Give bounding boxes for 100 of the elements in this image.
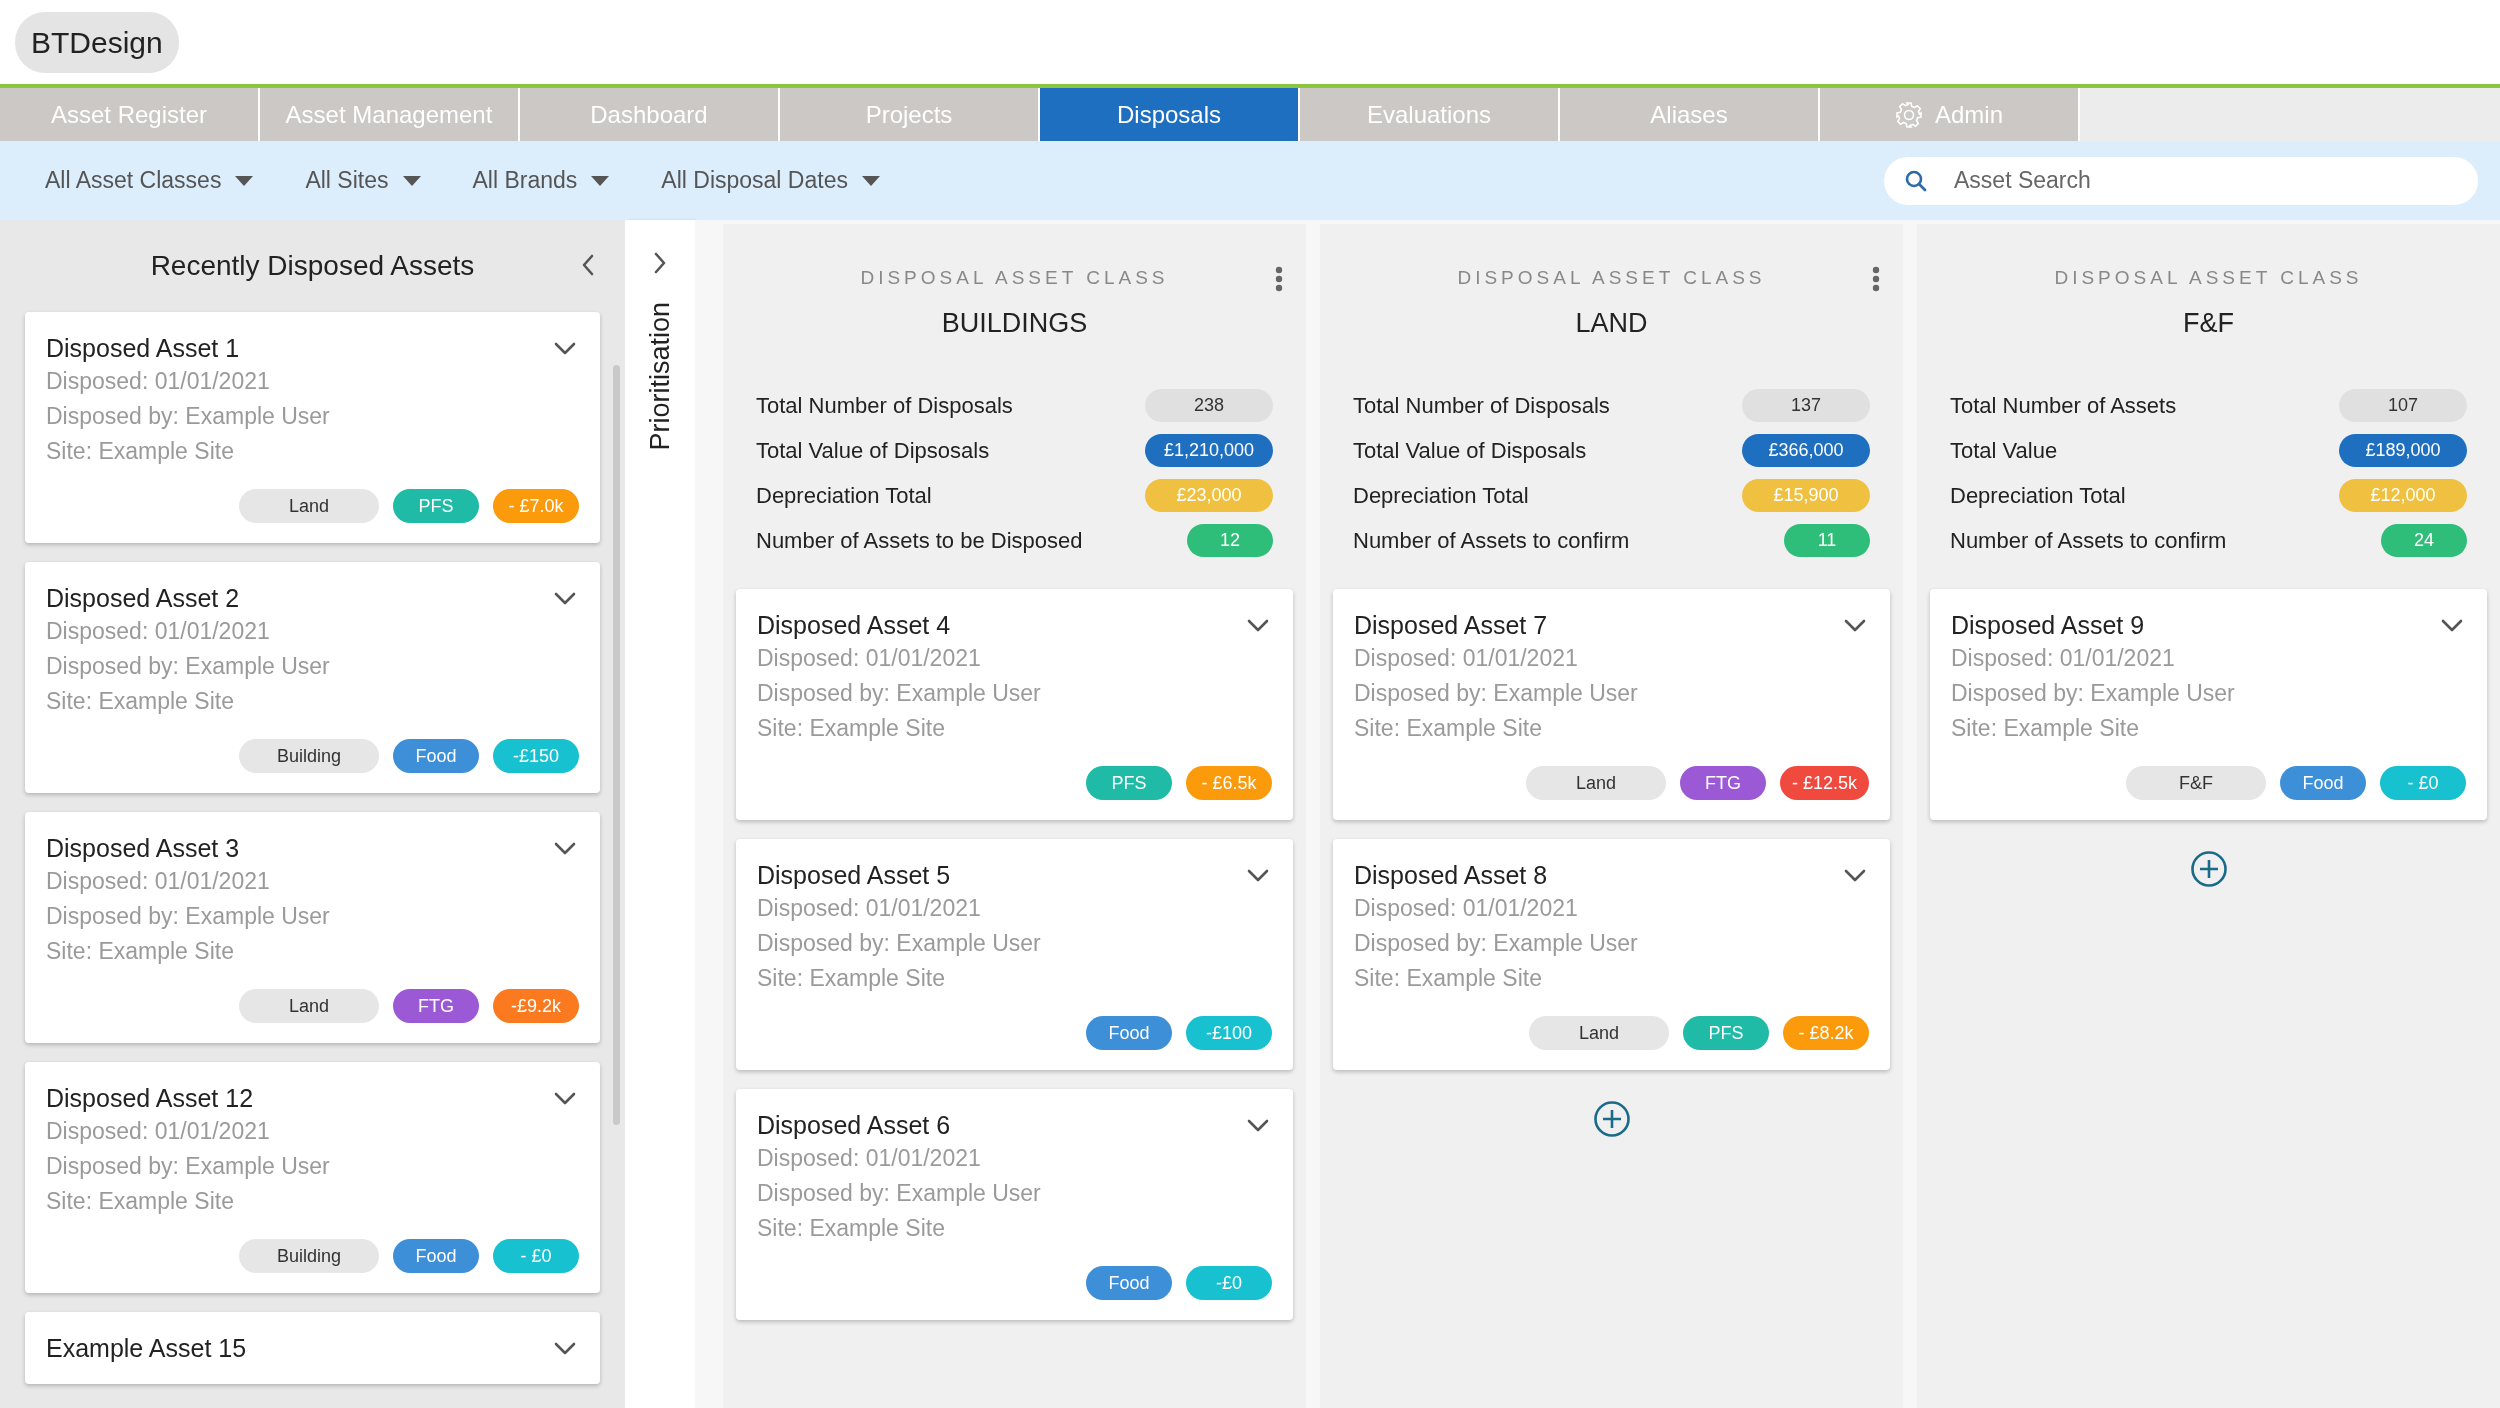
filter-dropdown[interactable]: All Asset Classes (45, 163, 254, 198)
stat-value: 238 (1145, 389, 1273, 422)
asset-detail: Site: Example Site (46, 937, 235, 966)
stat-label: Total Number of Disposals (756, 392, 1013, 420)
tag: -£150 (493, 739, 579, 773)
asset-detail: Disposed by: Example User (757, 1179, 1042, 1208)
plus-icon (2189, 850, 2228, 888)
stat-value: 137 (1742, 389, 1870, 422)
stat-label: Depreciation Total (756, 482, 932, 510)
chevron-down-icon[interactable] (1247, 619, 1269, 633)
chevron-down-icon[interactable] (1844, 869, 1866, 883)
asset-card[interactable]: Disposed Asset 4 Disposed: 01/01/2021 Disposed by: Example User Site: Example Site PFS - £6.5k (736, 589, 1293, 820)
stat-label: Total Value of Dipsosals (756, 437, 990, 465)
plus-icon (1592, 1100, 1631, 1138)
asset-card[interactable]: Disposed Asset 6 Disposed: 01/01/2021 Disposed by: Example User Site: Example Site Food -£0 (736, 1089, 1293, 1320)
tag: FTG (393, 989, 479, 1023)
asset-detail: Site: Example Site (1354, 714, 1543, 743)
asset-card[interactable]: Disposed Asset 3 Disposed: 01/01/2021 Disposed by: Example User Site: Example Site Land FTG -£9.2k (25, 812, 600, 1043)
search-field[interactable]: Asset Search (1884, 156, 2478, 205)
chevron-down-icon[interactable] (554, 1342, 576, 1356)
tag: - £7.0k (493, 489, 579, 523)
asset-title: Disposed Asset 2 (46, 583, 240, 614)
asset-detail: Disposed: 01/01/2021 (757, 894, 982, 923)
stat-label: Number of Assets to confirm (1950, 527, 2227, 555)
asset-detail: Site: Example Site (757, 964, 946, 993)
asset-detail: Disposed: 01/01/2021 (1354, 644, 1579, 673)
chevron-down-icon[interactable] (1844, 619, 1866, 633)
tag: Food (1086, 1266, 1172, 1300)
stat-value: £366,000 (1742, 434, 1870, 467)
asset-title: Disposed Asset 9 (1951, 610, 2145, 641)
asset-title: Example Asset 15 (46, 1333, 247, 1364)
stat-label: Total Value (1950, 437, 2058, 465)
asset-title: Disposed Asset 4 (757, 610, 951, 641)
stat-label: Total Number of Assets (1950, 392, 2177, 420)
tag: - £0 (2380, 766, 2466, 800)
tag: Building (239, 1239, 379, 1273)
tag: Food (393, 1239, 479, 1273)
add-button[interactable] (2189, 850, 2228, 888)
stat-label: Depreciation Total (1353, 482, 1529, 510)
asset-card[interactable]: Disposed Asset 2 Disposed: 01/01/2021 Disposed by: Example User Site: Example Site Building Food -£150 (25, 562, 600, 793)
filter-dropdown[interactable]: All Brands (472, 163, 610, 198)
tag: - £0 (493, 1239, 579, 1273)
asset-card[interactable]: Disposed Asset 9 Disposed: 01/01/2021 Disposed by: Example User Site: Example Site F&F Food - £0 (1930, 589, 2487, 820)
caret-icon (235, 175, 254, 186)
filter-dropdown[interactable]: All Disposal Dates (661, 163, 880, 198)
expand-icon[interactable] (653, 252, 667, 274)
gear-icon (1895, 100, 1923, 129)
chevron-down-icon[interactable] (554, 1092, 576, 1106)
asset-title: Disposed Asset 1 (46, 333, 240, 364)
stat-value: £189,000 (2339, 434, 2467, 467)
asset-detail: Disposed: 01/01/2021 (1951, 644, 2176, 673)
stat-label: Total Number of Disposals (1353, 392, 1610, 420)
stat-label: Total Value of Disposals (1353, 437, 1587, 465)
asset-detail: Disposed by: Example User (46, 902, 331, 931)
asset-detail: Site: Example Site (757, 714, 946, 743)
stat-value: 24 (2381, 524, 2467, 557)
asset-card[interactable]: Disposed Asset 8 Disposed: 01/01/2021 Disposed by: Example User Site: Example Site Land PFS - £8.2k (1333, 839, 1890, 1070)
chevron-down-icon[interactable] (1247, 869, 1269, 883)
tag: - £8.2k (1783, 1016, 1869, 1050)
column-caption: DISPOSAL ASSET CLASS (2054, 266, 2363, 290)
filter-dropdown[interactable]: All Sites (305, 163, 421, 198)
nav-tab[interactable]: Disposals (1040, 88, 1300, 141)
asset-detail: Site: Example Site (1951, 714, 2140, 743)
chevron-down-icon[interactable] (554, 342, 576, 356)
more-icon[interactable] (1275, 266, 1283, 292)
stat-label: Depreciation Total (1950, 482, 2126, 510)
tag: -£0 (1186, 1266, 1272, 1300)
stat-value: £15,900 (1742, 479, 1870, 512)
chevron-down-icon[interactable] (554, 842, 576, 856)
asset-card[interactable]: Disposed Asset 7 Disposed: 01/01/2021 Disposed by: Example User Site: Example Site Land FTG - £12.5k (1333, 589, 1890, 820)
asset-card[interactable]: Example Asset 15 (25, 1312, 600, 1384)
tag: -£9.2k (493, 989, 579, 1023)
asset-detail: Disposed by: Example User (757, 929, 1042, 958)
add-button[interactable] (1592, 1100, 1631, 1138)
tag: Land (1525, 766, 1666, 800)
chevron-down-icon[interactable] (2441, 619, 2463, 633)
asset-detail: Disposed by: Example User (1951, 679, 2236, 708)
scrollbar[interactable] (613, 365, 620, 1125)
tag: PFS (393, 489, 479, 523)
column-title: BUILDINGS (941, 306, 1088, 340)
asset-detail: Disposed by: Example User (46, 402, 331, 431)
asset-detail: Site: Example Site (46, 687, 235, 716)
asset-detail: Disposed: 01/01/2021 (46, 617, 271, 646)
chevron-down-icon[interactable] (1247, 1119, 1269, 1133)
asset-title: Disposed Asset 8 (1354, 860, 1548, 891)
caret-icon (402, 175, 421, 186)
panel-title: Recently Disposed Assets (150, 249, 475, 283)
asset-title: Disposed Asset 6 (757, 1110, 951, 1141)
collapse-icon[interactable] (581, 254, 595, 276)
more-icon[interactable] (1872, 266, 1880, 292)
asset-card[interactable]: Disposed Asset 5 Disposed: 01/01/2021 Disposed by: Example User Site: Example Site Food -£100 (736, 839, 1293, 1070)
asset-detail: Disposed: 01/01/2021 (757, 1144, 982, 1173)
tag: F&F (2126, 766, 2266, 800)
asset-title: Disposed Asset 12 (46, 1083, 254, 1114)
asset-card[interactable]: Disposed Asset 12 Disposed: 01/01/2021 Disposed by: Example User Site: Example Site Building Food - £0 (25, 1062, 600, 1293)
column-title: F&F (2183, 306, 2234, 340)
chevron-down-icon[interactable] (554, 592, 576, 606)
tag: - £6.5k (1186, 766, 1272, 800)
asset-card[interactable]: Disposed Asset 1 Disposed: 01/01/2021 Disposed by: Example User Site: Example Site Land PFS - £7.0k (25, 312, 600, 543)
strip-label: Prioritisation (643, 302, 676, 451)
